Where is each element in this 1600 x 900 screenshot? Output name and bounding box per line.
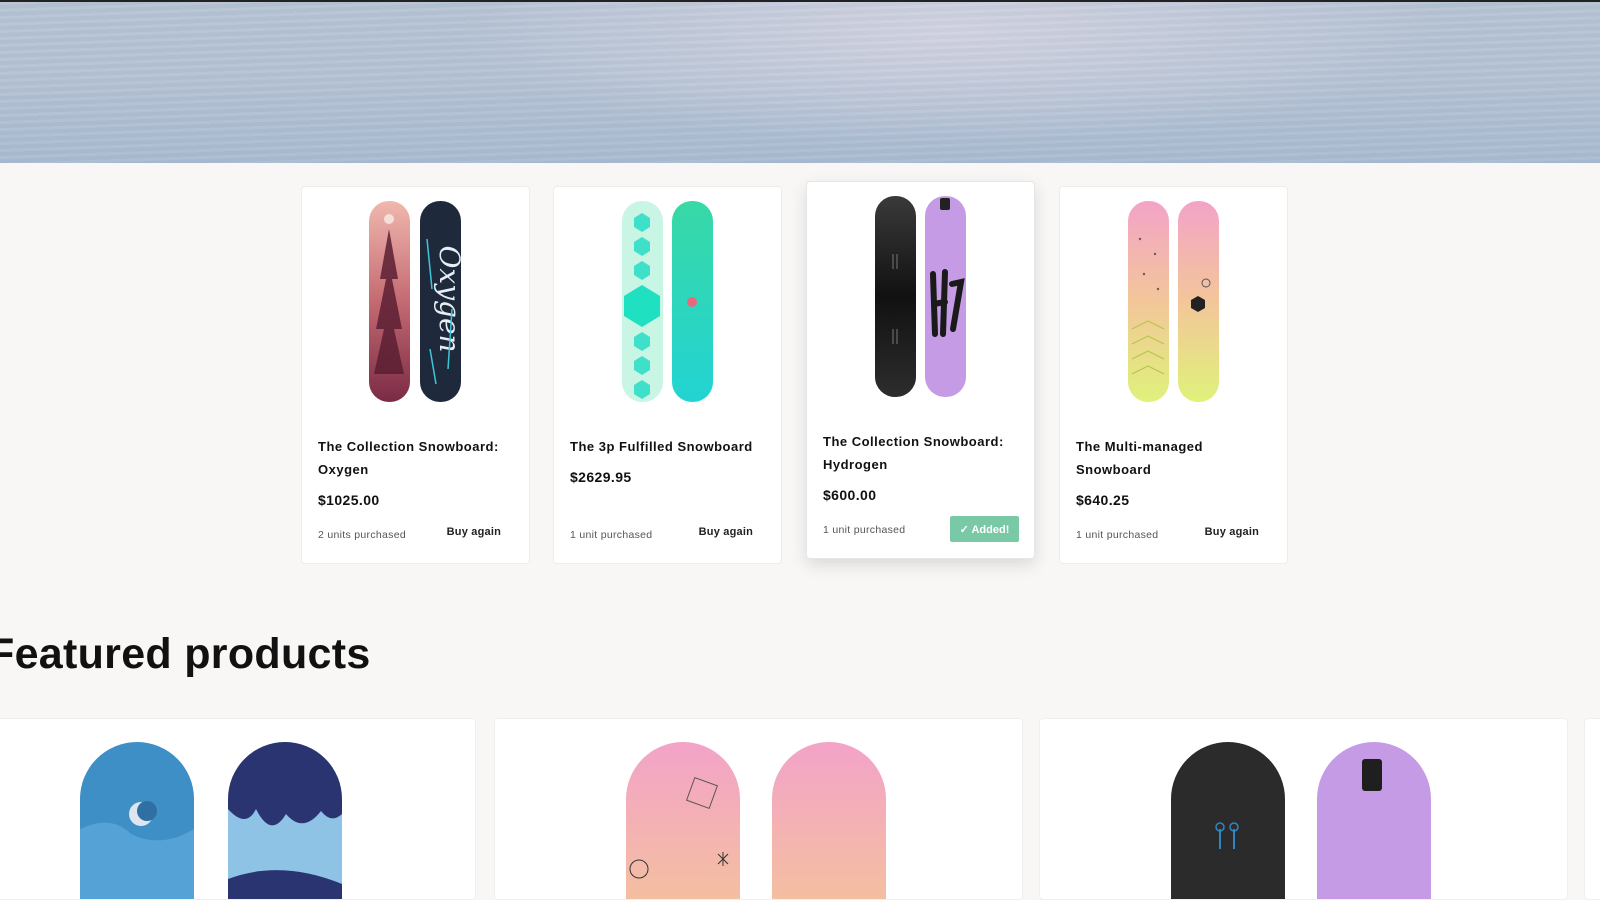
buy-again-button[interactable]: Buy again [447,526,501,538]
product-title[interactable]: The Multi-managed Snowboard [1076,435,1274,481]
featured-product-card[interactable] [0,718,476,900]
product-card-oxygen[interactable]: Oxygen The Collection Snowboard: Oxygen … [301,186,530,564]
product-image-multi-managed[interactable] [1060,199,1289,404]
units-purchased: 1 unit purchased [823,524,906,536]
product-price: $640.25 [1076,492,1130,508]
product-price: $600.00 [823,487,877,503]
product-title[interactable]: The Collection Snowboard: Oxygen [318,435,516,481]
product-price: $1025.00 [318,492,380,508]
featured-product-card-edge[interactable] [1584,718,1600,900]
product-title[interactable]: The 3p Fulfilled Snowboard [570,435,768,458]
product-image-hydrogen[interactable] [807,194,1036,399]
product-image-oxygen[interactable]: Oxygen [302,199,531,404]
buy-again-button[interactable]: Buy again [699,526,753,538]
product-price: $2629.95 [570,469,632,485]
featured-product-image[interactable] [0,719,476,900]
product-card-multi-managed[interactable]: The Multi-managed Snowboard $640.25 1 un… [1059,186,1288,564]
product-title[interactable]: The Collection Snowboard: Hydrogen [823,430,1021,476]
added-to-cart-button[interactable]: ✓ Added! [950,516,1019,542]
featured-product-image[interactable] [495,719,1023,900]
units-purchased: 2 units purchased [318,529,406,541]
units-purchased: 1 unit purchased [1076,529,1159,541]
units-purchased: 1 unit purchased [570,529,653,541]
featured-product-image[interactable] [1040,719,1568,900]
featured-products-heading: Featured products [0,630,371,678]
hero-banner-image [0,2,1600,163]
product-card-hydrogen[interactable]: The Collection Snowboard: Hydrogen $600.… [806,181,1035,559]
buy-again-button[interactable]: Buy again [1205,526,1259,538]
product-image-3p-fulfilled[interactable] [554,199,783,404]
featured-product-card[interactable] [494,718,1023,900]
featured-product-card[interactable] [1039,718,1568,900]
product-card-3p-fulfilled[interactable]: The 3p Fulfilled Snowboard $2629.95 1 un… [553,186,782,564]
